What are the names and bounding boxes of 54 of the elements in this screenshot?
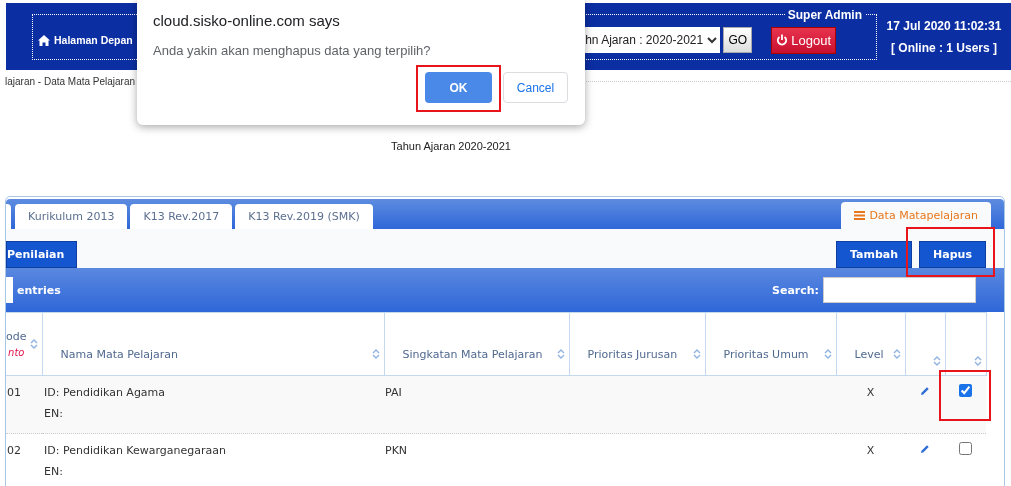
column-header[interactable]: ode <box>6 330 27 343</box>
subject-name: ID: Pendidikan Agama <box>44 386 166 399</box>
school-year-subtitle: Tahun Ajaran 2020-2021 <box>390 140 512 152</box>
sort-icon[interactable] <box>892 348 901 360</box>
online-users-text: [ Online : 1 Users ] <box>891 40 997 55</box>
datetime-text: 17 Jul 2020 11:02:31 <box>886 18 1002 33</box>
sort-icon[interactable] <box>692 348 701 360</box>
dialog-title: cloud.sisko-online.com says <box>153 12 341 29</box>
sort-icon[interactable] <box>823 348 832 360</box>
subject-name: ID: Pendidikan Kewarganegaraan <box>44 444 227 457</box>
subject-name-en: EN: <box>44 465 63 478</box>
penilaian-button[interactable]: Penilaian <box>6 241 78 268</box>
sort-icon[interactable] <box>932 355 941 367</box>
row-checkbox[interactable] <box>959 442 972 455</box>
delete-button[interactable]: Hapus <box>919 241 986 268</box>
search-label: Search: <box>772 283 819 297</box>
column-note: nto <box>7 347 26 358</box>
code-cell: 01 <box>7 386 21 399</box>
abbreviation-cell: PKN <box>385 444 408 457</box>
home-link[interactable]: Halaman Depan <box>38 34 133 46</box>
cancel-button[interactable]: Cancel <box>503 72 568 103</box>
logout-button[interactable]: Logout <box>771 26 836 54</box>
dialog-message: Anda yakin akan menghapus data yang terpilih? <box>153 43 432 58</box>
home-icon <box>38 34 50 46</box>
breadcrumb: lajaran - Data Mata Pelajaran <box>4 75 136 87</box>
tab[interactable]: K13 Rev.2019 (SMK) <box>235 204 373 229</box>
row-checkbox[interactable] <box>959 384 972 397</box>
pencil-icon[interactable] <box>920 444 930 454</box>
go-button[interactable]: GO <box>723 27 753 53</box>
level-cell: X <box>866 386 875 399</box>
sort-icon[interactable] <box>556 348 565 360</box>
subject-name-en: EN: <box>44 407 63 420</box>
list-icon <box>854 211 866 220</box>
tab[interactable]: K13 Rev.2017 <box>130 204 233 229</box>
column-header[interactable]: Prioritas Umum <box>723 347 809 361</box>
chevron-icon <box>707 36 718 44</box>
code-cell: 02 <box>7 444 21 457</box>
column-header[interactable]: Prioritas Jurusan <box>587 347 678 361</box>
pencil-icon[interactable] <box>920 386 930 396</box>
sort-icon[interactable] <box>973 355 982 367</box>
column-header[interactable]: Level <box>854 347 884 361</box>
power-icon <box>776 34 789 46</box>
add-button[interactable]: Tambah <box>836 241 913 268</box>
abbreviation-cell: PAI <box>385 386 402 399</box>
level-cell: X <box>866 444 875 457</box>
column-header[interactable]: Singkatan Mata Pelajaran <box>402 347 543 361</box>
column-header[interactable]: Nama Mata Pelajaran <box>60 347 179 361</box>
ok-button[interactable]: OK <box>425 72 492 103</box>
entries-label: entries <box>17 283 61 297</box>
sort-icon[interactable] <box>371 348 380 360</box>
tab[interactable]: Kurikulum 2013 <box>15 204 128 229</box>
role-label: Super Admin <box>786 7 863 22</box>
search-field[interactable] <box>823 277 976 303</box>
sort-icon[interactable] <box>29 338 38 350</box>
